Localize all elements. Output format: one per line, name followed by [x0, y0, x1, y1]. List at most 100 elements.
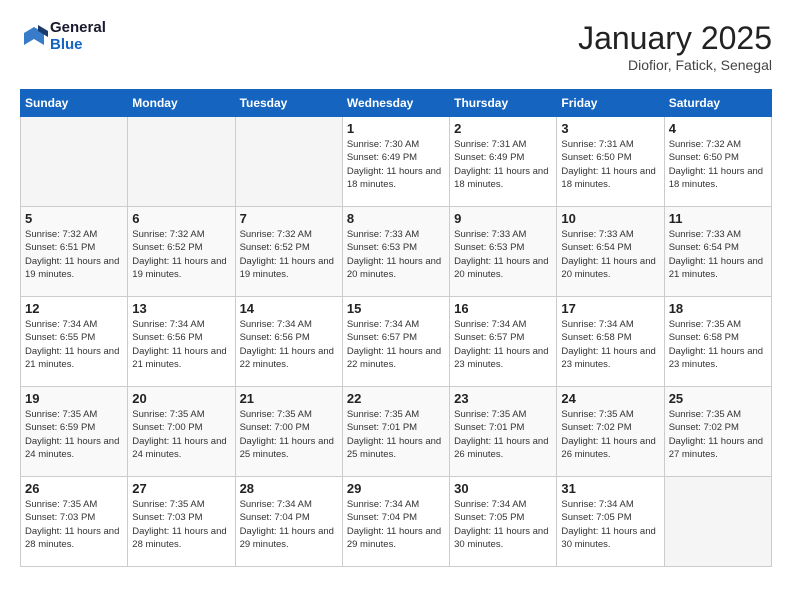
day-info: Sunrise: 7:35 AM Sunset: 7:03 PM Dayligh…: [132, 498, 230, 551]
day-number: 18: [669, 301, 767, 316]
day-number: 16: [454, 301, 552, 316]
day-number: 22: [347, 391, 445, 406]
day-number: 31: [561, 481, 659, 496]
calendar-cell: 5 Sunrise: 7:32 AM Sunset: 6:51 PM Daylig…: [21, 207, 128, 297]
calendar-cell: 19Sunrise: 7:35 AM Sunset: 6:59 PM Dayli…: [21, 387, 128, 477]
day-info: Sunrise: 7:35 AM Sunset: 7:01 PM Dayligh…: [454, 408, 552, 461]
day-number: 4: [669, 121, 767, 136]
day-number: 29: [347, 481, 445, 496]
day-number: 24: [561, 391, 659, 406]
day-number: 26: [25, 481, 123, 496]
day-number: 6: [132, 211, 230, 226]
calendar-cell: 15 Sunrise: 7:34 AM Sunset: 6:57 PM Dayli…: [342, 297, 449, 387]
day-number: 1: [347, 121, 445, 136]
calendar-cell: 22 Sunrise: 7:35 AM Sunset: 7:01 PM Dayli…: [342, 387, 449, 477]
weekday-header: Sunday: [21, 90, 128, 117]
calendar-cell: 10Sunrise: 7:33 AM Sunset: 6:54 PM Dayli…: [557, 207, 664, 297]
day-info: Sunrise: 7:33 AM Sunset: 6:53 PM Dayligh…: [454, 228, 552, 281]
calendar-cell: 2Sunrise: 7:31 AM Sunset: 6:49 PM Daylig…: [450, 117, 557, 207]
weekday-header: Thursday: [450, 90, 557, 117]
calendar-cell: 13 Sunrise: 7:34 AM Sunset: 6:56 PM Dayli…: [128, 297, 235, 387]
calendar-cell: 23Sunrise: 7:35 AM Sunset: 7:01 PM Dayli…: [450, 387, 557, 477]
calendar-cell: 28 Sunrise: 7:34 AM Sunset: 7:04 PM Dayli…: [235, 477, 342, 567]
calendar-cell: 18 Sunrise: 7:35 AM Sunset: 6:58 PM Dayli…: [664, 297, 771, 387]
logo-blue: Blue: [50, 37, 106, 54]
day-info: Sunrise: 7:31 AM Sunset: 6:49 PM Dayligh…: [454, 138, 552, 191]
calendar-cell: 30 Sunrise: 7:34 AM Sunset: 7:05 PM Dayli…: [450, 477, 557, 567]
weekday-header: Monday: [128, 90, 235, 117]
day-info: Sunrise: 7:34 AM Sunset: 7:05 PM Dayligh…: [454, 498, 552, 551]
day-number: 25: [669, 391, 767, 406]
day-info: Sunrise: 7:33 AM Sunset: 6:54 PM Dayligh…: [669, 228, 767, 281]
calendar-cell: 16 Sunrise: 7:34 AM Sunset: 6:57 PM Dayli…: [450, 297, 557, 387]
day-info: Sunrise: 7:34 AM Sunset: 6:58 PM Dayligh…: [561, 318, 659, 371]
day-number: 5: [25, 211, 123, 226]
day-number: 15: [347, 301, 445, 316]
calendar-header: SundayMondayTuesdayWednesdayThursdayFrid…: [21, 90, 772, 117]
calendar-cell: 26 Sunrise: 7:35 AM Sunset: 7:03 PM Dayli…: [21, 477, 128, 567]
day-number: 20: [132, 391, 230, 406]
day-number: 10: [561, 211, 659, 226]
day-info: Sunrise: 7:32 AM Sunset: 6:52 PM Dayligh…: [132, 228, 230, 281]
calendar-cell: [664, 477, 771, 567]
day-number: 30: [454, 481, 552, 496]
day-number: 27: [132, 481, 230, 496]
calendar-cell: 12Sunrise: 7:34 AM Sunset: 6:55 PM Dayli…: [21, 297, 128, 387]
calendar-cell: 9Sunrise: 7:33 AM Sunset: 6:53 PM Daylig…: [450, 207, 557, 297]
day-info: Sunrise: 7:34 AM Sunset: 6:56 PM Dayligh…: [240, 318, 338, 371]
calendar-cell: 21Sunrise: 7:35 AM Sunset: 7:00 PM Dayli…: [235, 387, 342, 477]
calendar-cell: 1 Sunrise: 7:30 AM Sunset: 6:49 PM Daylig…: [342, 117, 449, 207]
day-info: Sunrise: 7:35 AM Sunset: 7:00 PM Dayligh…: [132, 408, 230, 461]
logo-general: General: [50, 20, 106, 37]
day-info: Sunrise: 7:30 AM Sunset: 6:49 PM Dayligh…: [347, 138, 445, 191]
calendar-cell: 24Sunrise: 7:35 AM Sunset: 7:02 PM Dayli…: [557, 387, 664, 477]
day-number: 12: [25, 301, 123, 316]
day-info: Sunrise: 7:31 AM Sunset: 6:50 PM Dayligh…: [561, 138, 659, 191]
calendar-cell: [235, 117, 342, 207]
weekday-header: Wednesday: [342, 90, 449, 117]
day-info: Sunrise: 7:35 AM Sunset: 7:01 PM Dayligh…: [347, 408, 445, 461]
day-number: 7: [240, 211, 338, 226]
day-info: Sunrise: 7:34 AM Sunset: 6:56 PM Dayligh…: [132, 318, 230, 371]
day-info: Sunrise: 7:35 AM Sunset: 6:58 PM Dayligh…: [669, 318, 767, 371]
day-info: Sunrise: 7:32 AM Sunset: 6:50 PM Dayligh…: [669, 138, 767, 191]
calendar-cell: 4 Sunrise: 7:32 AM Sunset: 6:50 PM Daylig…: [664, 117, 771, 207]
calendar-cell: 17 Sunrise: 7:34 AM Sunset: 6:58 PM Dayli…: [557, 297, 664, 387]
day-number: 14: [240, 301, 338, 316]
logo-icon: [20, 23, 48, 51]
calendar-cell: 31Sunrise: 7:34 AM Sunset: 7:05 PM Dayli…: [557, 477, 664, 567]
calendar-cell: 11Sunrise: 7:33 AM Sunset: 6:54 PM Dayli…: [664, 207, 771, 297]
page-header: General Blue January 2025 Diofior, Fatic…: [20, 20, 772, 73]
day-number: 19: [25, 391, 123, 406]
day-info: Sunrise: 7:34 AM Sunset: 6:57 PM Dayligh…: [454, 318, 552, 371]
day-info: Sunrise: 7:34 AM Sunset: 7:04 PM Dayligh…: [240, 498, 338, 551]
day-number: 17: [561, 301, 659, 316]
calendar-table: SundayMondayTuesdayWednesdayThursdayFrid…: [20, 89, 772, 567]
day-info: Sunrise: 7:34 AM Sunset: 6:57 PM Dayligh…: [347, 318, 445, 371]
calendar-cell: 29 Sunrise: 7:34 AM Sunset: 7:04 PM Dayli…: [342, 477, 449, 567]
day-info: Sunrise: 7:35 AM Sunset: 7:02 PM Dayligh…: [669, 408, 767, 461]
day-number: 28: [240, 481, 338, 496]
day-number: 3: [561, 121, 659, 136]
calendar-cell: 7 Sunrise: 7:32 AM Sunset: 6:52 PM Daylig…: [235, 207, 342, 297]
logo: General Blue: [20, 20, 106, 53]
weekday-header: Friday: [557, 90, 664, 117]
weekday-header: Saturday: [664, 90, 771, 117]
day-info: Sunrise: 7:35 AM Sunset: 7:00 PM Dayligh…: [240, 408, 338, 461]
day-number: 8: [347, 211, 445, 226]
day-number: 13: [132, 301, 230, 316]
calendar-cell: 27 Sunrise: 7:35 AM Sunset: 7:03 PM Dayli…: [128, 477, 235, 567]
day-info: Sunrise: 7:35 AM Sunset: 7:03 PM Dayligh…: [25, 498, 123, 551]
calendar-cell: 25 Sunrise: 7:35 AM Sunset: 7:02 PM Dayli…: [664, 387, 771, 477]
month-title: January 2025: [578, 20, 772, 57]
weekday-header: Tuesday: [235, 90, 342, 117]
calendar-cell: 6 Sunrise: 7:32 AM Sunset: 6:52 PM Daylig…: [128, 207, 235, 297]
calendar-cell: 8Sunrise: 7:33 AM Sunset: 6:53 PM Daylig…: [342, 207, 449, 297]
calendar-cell: 3 Sunrise: 7:31 AM Sunset: 6:50 PM Daylig…: [557, 117, 664, 207]
day-info: Sunrise: 7:32 AM Sunset: 6:51 PM Dayligh…: [25, 228, 123, 281]
day-info: Sunrise: 7:34 AM Sunset: 7:04 PM Dayligh…: [347, 498, 445, 551]
calendar-cell: [128, 117, 235, 207]
calendar-cell: [21, 117, 128, 207]
location-subtitle: Diofior, Fatick, Senegal: [578, 57, 772, 73]
day-info: Sunrise: 7:32 AM Sunset: 6:52 PM Dayligh…: [240, 228, 338, 281]
